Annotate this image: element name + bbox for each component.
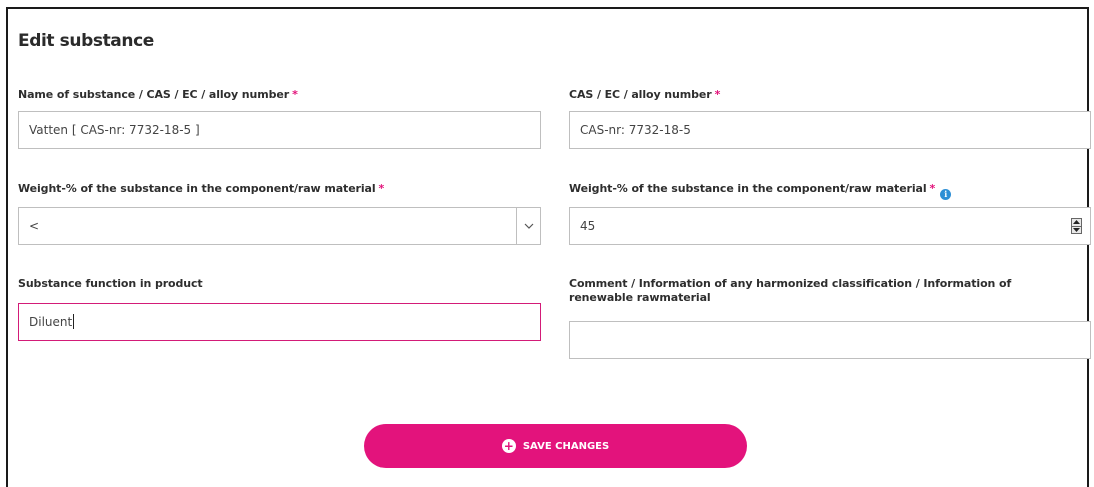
substance-function-input[interactable]: Diluent bbox=[18, 303, 541, 341]
required-marker: * bbox=[929, 182, 936, 195]
text-caret bbox=[73, 314, 75, 329]
caret-down-icon[interactable] bbox=[1072, 227, 1081, 234]
weight-operator-label: Weight-% of the substance in the compone… bbox=[18, 182, 385, 195]
weight-operator-select[interactable]: < bbox=[18, 207, 541, 245]
required-marker: * bbox=[292, 88, 298, 101]
required-marker: * bbox=[378, 182, 385, 195]
substance-name-input[interactable]: Vatten [ CAS-nr: 7732-18-5 ] bbox=[18, 111, 541, 149]
weight-value-input[interactable]: 45 bbox=[569, 207, 1091, 245]
cas-number-label: CAS / EC / alloy number * bbox=[569, 88, 721, 101]
save-changes-button[interactable]: + SAVE CHANGES bbox=[364, 424, 747, 468]
substance-name-label: Name of substance / CAS / EC / alloy num… bbox=[18, 88, 298, 101]
plus-circle-icon: + bbox=[501, 439, 516, 453]
caret-up-icon[interactable] bbox=[1072, 219, 1081, 227]
comment-input[interactable] bbox=[569, 321, 1091, 359]
form-panel bbox=[6, 7, 1089, 487]
substance-function-label: Substance function in product bbox=[18, 277, 203, 290]
cas-number-input[interactable]: CAS-nr: 7732-18-5 bbox=[569, 111, 1091, 149]
weight-value-label: Weight-% of the substance in the compone… bbox=[569, 182, 952, 200]
chevron-down-icon[interactable] bbox=[516, 208, 540, 244]
page-title: Edit substance bbox=[18, 31, 154, 51]
required-marker: * bbox=[714, 88, 721, 101]
number-spinner[interactable] bbox=[1071, 218, 1082, 234]
comment-label: Comment / Information of any harmonized … bbox=[569, 277, 1012, 304]
